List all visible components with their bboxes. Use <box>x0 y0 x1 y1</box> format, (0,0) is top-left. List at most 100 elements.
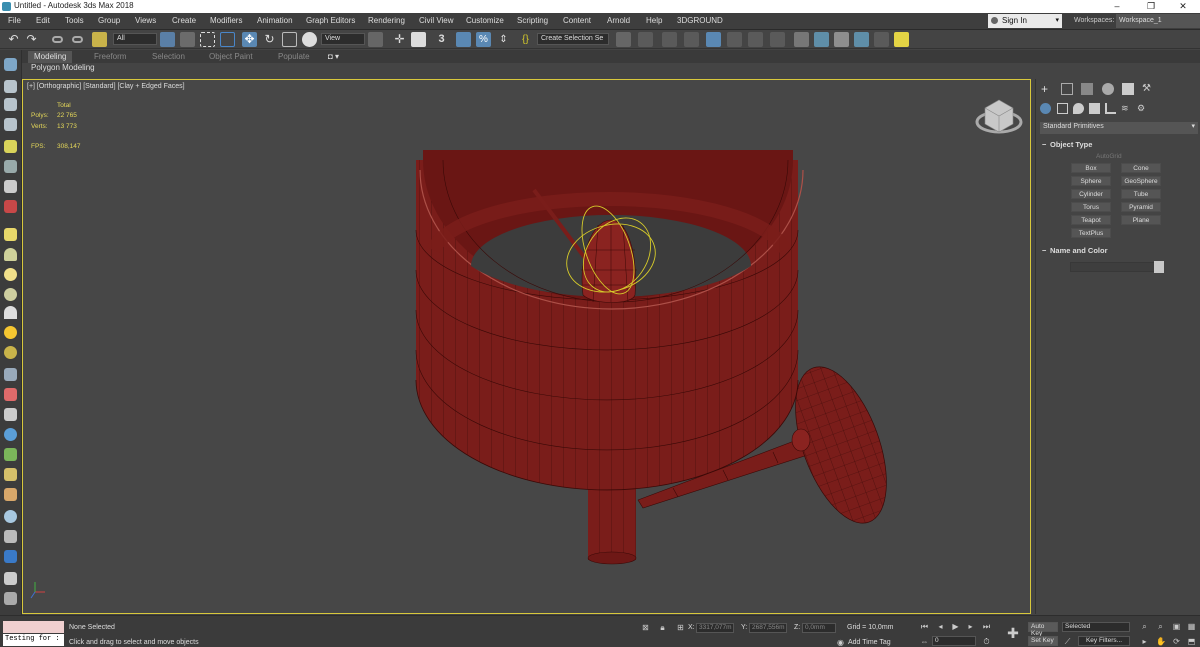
utility-icon[interactable] <box>4 572 17 585</box>
menu-edit[interactable]: Edit <box>36 16 50 25</box>
go-to-start-icon[interactable]: ⏮ <box>920 622 929 631</box>
material-editor-icon[interactable] <box>770 32 785 47</box>
menu-rendering[interactable]: Rendering <box>368 16 405 25</box>
absolute-mode-icon[interactable]: ⊞ <box>676 623 685 632</box>
zoom-icon[interactable]: ⌕ <box>1140 622 1149 631</box>
menu-create[interactable]: Create <box>172 16 196 25</box>
maximize-button[interactable]: ❐ <box>1134 0 1168 13</box>
zoom-extents-all-icon[interactable]: ▦ <box>1187 622 1196 631</box>
placement-icon[interactable] <box>302 32 317 47</box>
hand-icon[interactable] <box>4 468 17 481</box>
utilities-tab-icon[interactable]: ⚒ <box>1142 83 1154 95</box>
menu-tools[interactable]: Tools <box>65 16 84 25</box>
cone-button[interactable]: Cone <box>1121 163 1161 173</box>
tab-populate[interactable]: Populate <box>272 51 316 63</box>
tab-object-paint[interactable]: Object Paint <box>203 51 259 63</box>
link-icon[interactable] <box>52 36 63 43</box>
cameras-category-icon[interactable] <box>1089 103 1100 114</box>
default-in-out-tangent-icon[interactable]: ⟋ <box>1063 637 1072 646</box>
geosphere-button[interactable]: GeoSphere <box>1121 176 1161 186</box>
mirror-icon[interactable] <box>616 32 631 47</box>
select-move-icon[interactable]: ✥ <box>242 32 257 47</box>
viewport-layout-icon[interactable] <box>4 58 17 71</box>
dynamics-icon[interactable] <box>4 388 17 401</box>
snaps-toggle-icon[interactable]: 3 <box>434 32 449 47</box>
cone-icon[interactable] <box>4 306 17 319</box>
spinner-snap-icon[interactable]: ⇕ <box>496 32 511 47</box>
menu-arnold[interactable]: Arnold <box>607 16 630 25</box>
object-name-input[interactable] <box>1070 262 1156 272</box>
window-crossing-icon[interactable] <box>220 32 235 47</box>
box-button[interactable]: Box <box>1071 163 1111 173</box>
select-object-icon[interactable] <box>160 32 175 47</box>
scene-explorer-tab-icon[interactable] <box>4 80 17 93</box>
tube-button[interactable]: Tube <box>1121 189 1161 199</box>
menu-graph-editors[interactable]: Graph Editors <box>306 16 355 25</box>
scene-explorer-icon[interactable] <box>662 32 677 47</box>
maxscript-listener-top[interactable] <box>3 621 64 633</box>
sign-in-button[interactable]: Sign In ▾ <box>988 14 1062 28</box>
set-key-button[interactable]: Set Key <box>1028 636 1058 646</box>
workspace-select[interactable]: Workspace_1 <box>1116 14 1200 28</box>
tab-freeform[interactable]: Freeform <box>88 51 132 63</box>
selection-filter-select[interactable]: All <box>113 33 157 45</box>
toggle-ribbon-icon[interactable] <box>706 32 721 47</box>
bind-space-warp-icon[interactable] <box>92 32 107 47</box>
sphere-icon[interactable] <box>4 268 17 281</box>
menu-views[interactable]: Views <box>135 16 156 25</box>
angle-snap-icon[interactable] <box>456 32 471 47</box>
modifier-icon[interactable] <box>4 530 17 543</box>
ribbon-subpanel-polygon-modeling[interactable]: Polygon Modeling <box>28 63 98 74</box>
tab-modeling[interactable]: Modeling <box>28 51 73 63</box>
teapot-button[interactable]: Teapot <box>1071 215 1111 225</box>
close-button[interactable]: ✕ <box>1166 0 1200 13</box>
play-icon[interactable]: ▶ <box>951 622 960 631</box>
shapes-category-icon[interactable] <box>1057 103 1068 114</box>
particle-icon[interactable] <box>4 368 17 381</box>
rectangular-selection-icon[interactable] <box>200 32 215 47</box>
add-time-tag-button[interactable]: Add Time Tag <box>848 639 891 646</box>
hair-icon[interactable] <box>4 488 17 501</box>
x-coordinate-field[interactable]: 3317,077m <box>696 623 734 633</box>
object-type-rollout[interactable]: − Object Type <box>1040 140 1196 151</box>
edit-named-selection-icon[interactable]: {} <box>518 32 533 47</box>
current-frame-field[interactable]: 0 <box>932 636 976 646</box>
object-category-select[interactable]: Standard Primitives ▾ <box>1040 122 1198 134</box>
textplus-button[interactable]: TextPlus <box>1071 228 1111 238</box>
pan-view-icon[interactable]: ✋ <box>1156 637 1166 646</box>
render-in-cloud-icon[interactable] <box>854 32 869 47</box>
named-selection-set-select[interactable]: Create Selection Se <box>537 33 609 45</box>
shape-icon[interactable] <box>4 228 17 241</box>
settings-icon[interactable] <box>4 592 17 605</box>
object-color-swatch[interactable] <box>1154 261 1164 273</box>
arnold-icon[interactable] <box>4 550 17 563</box>
leg-mesh[interactable] <box>587 480 637 565</box>
helpers-category-icon[interactable] <box>1105 103 1116 114</box>
3dground-icon[interactable] <box>894 32 909 47</box>
foliage-icon[interactable] <box>4 448 17 461</box>
space-warp-icon[interactable] <box>4 200 17 213</box>
sphere-button[interactable]: Sphere <box>1071 176 1111 186</box>
time-tag-icon[interactable]: ◉ <box>836 638 845 647</box>
camera-icon[interactable] <box>4 160 17 173</box>
maximize-viewport-icon[interactable]: ⬒ <box>1187 637 1196 646</box>
sun-icon[interactable] <box>4 326 17 339</box>
select-rotate-icon[interactable]: ↻ <box>262 32 277 47</box>
autogrid-checkbox[interactable]: AutoGrid <box>1096 153 1122 160</box>
zoom-extents-icon[interactable]: ▣ <box>1172 622 1181 631</box>
modify-tab-icon[interactable] <box>1061 83 1073 95</box>
render-setup-icon[interactable] <box>794 32 809 47</box>
menu-group[interactable]: Group <box>98 16 120 25</box>
menu-modifiers[interactable]: Modifiers <box>210 16 242 25</box>
globe-icon[interactable] <box>4 428 17 441</box>
display-tab-icon[interactable] <box>1122 83 1134 95</box>
rendered-frame-window-icon[interactable] <box>814 32 829 47</box>
viewcube[interactable] <box>975 99 1023 134</box>
tab-selection[interactable]: Selection <box>146 51 191 63</box>
cylinder-button[interactable]: Cylinder <box>1071 189 1111 199</box>
auto-key-button[interactable]: Auto Key <box>1028 622 1058 637</box>
set-key-icon[interactable]: ✚ <box>1006 626 1020 640</box>
undo-icon[interactable]: ↶ <box>6 32 21 47</box>
menu-scripting[interactable]: Scripting <box>517 16 548 25</box>
geometry-icon[interactable] <box>4 248 17 261</box>
